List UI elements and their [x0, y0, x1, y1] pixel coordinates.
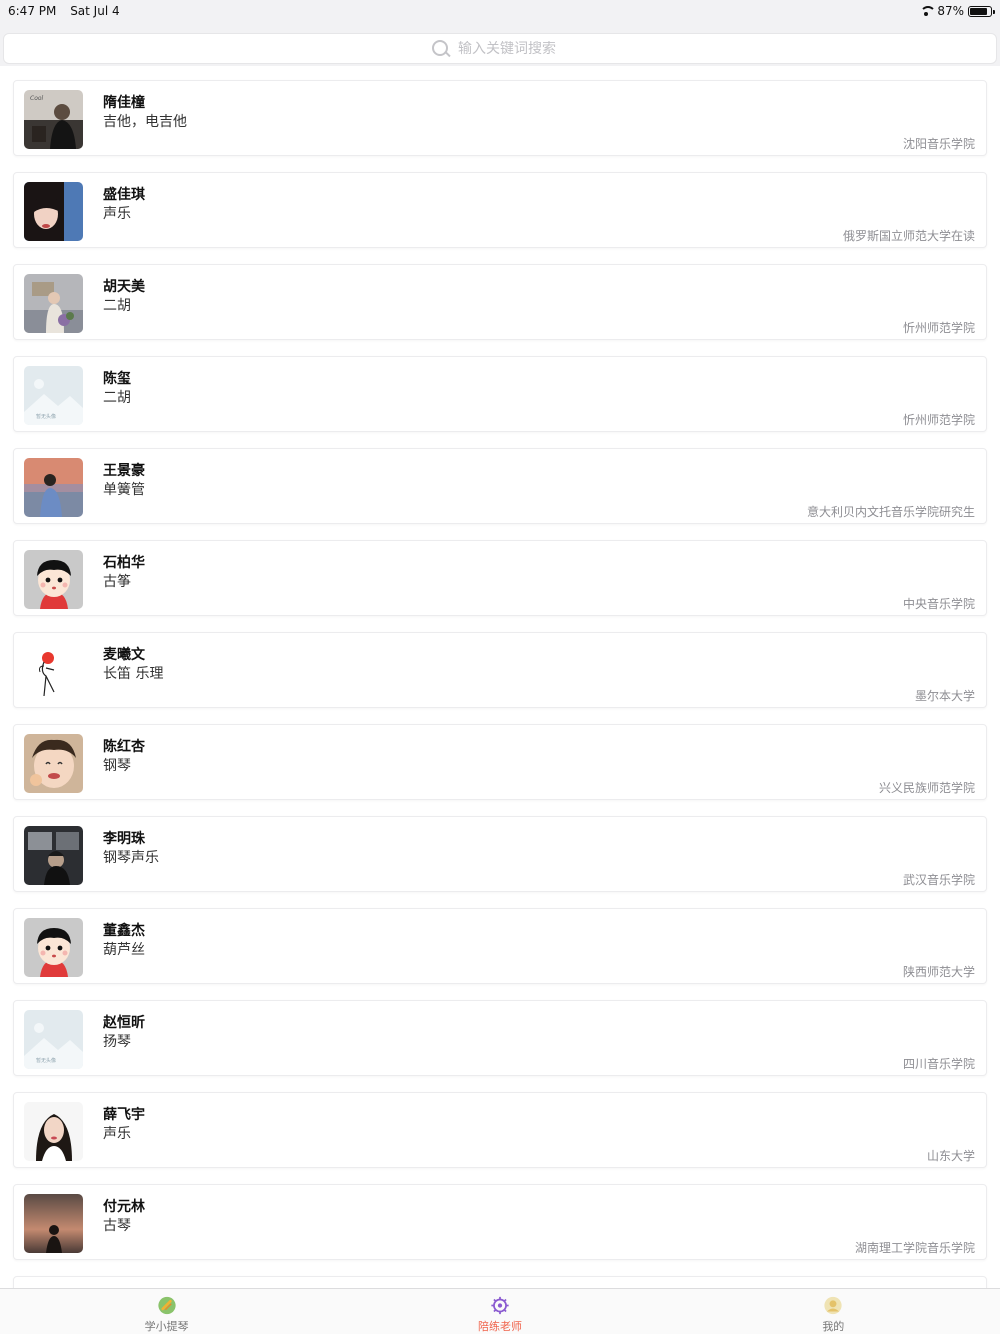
teacher-avatar [24, 1194, 83, 1253]
status-bar: 6:47 PM Sat Jul 4 87% [0, 0, 1000, 22]
teacher-avatar [24, 918, 83, 977]
teacher-subject: 单簧管 [103, 482, 145, 498]
teacher-card[interactable]: 暂无头像 陈玺二胡忻州师范学院 [13, 356, 987, 432]
teacher-avatar [24, 182, 83, 241]
teacher-name: 隋佳橦 [103, 95, 145, 111]
teacher-card[interactable]: 石柏华古筝中央音乐学院 [13, 540, 987, 616]
violin-icon [158, 1296, 176, 1315]
teacher-avatar [24, 458, 83, 517]
teacher-name: 赵恒昕 [103, 1015, 145, 1031]
teacher-school: 四川音乐学院 [902, 1057, 975, 1071]
teacher-avatar: 暂无头像 [24, 366, 83, 425]
teacher-card[interactable]: 付元林古琴湖南理工学院音乐学院 [13, 1184, 987, 1260]
teacher-card[interactable]: 王景豪单簧管意大利贝内文托音乐学院研究生 [13, 448, 987, 524]
status-date: Sat Jul 4 [70, 4, 120, 18]
teacher-avatar [24, 642, 83, 701]
status-time: 6:47 PM [8, 4, 57, 18]
teacher-list[interactable]: Cool 隋佳橦 吉他，电吉他 沈阳音乐学院 盛佳琪 声乐 俄罗斯国立师范大学在读 胡天美 二胡… [0, 66, 1000, 1288]
battery-icon [968, 5, 995, 17]
teacher-name: 石柏华 [103, 555, 145, 571]
teacher-school: 沈阳音乐学院 [902, 137, 975, 151]
teacher-subject: 扬琴 [103, 1034, 131, 1050]
teacher-avatar: Cool [24, 90, 83, 149]
svg-text:暂无头像: 暂无头像 [36, 1057, 56, 1064]
tab-label: 陪练老师 [477, 1320, 522, 1333]
tab-practice-teacher[interactable]: 陪练老师 [333, 1289, 666, 1334]
teacher-school: 兴义民族师范学院 [878, 781, 975, 795]
teacher-school: 武汉音乐学院 [902, 873, 975, 887]
teacher-school: 湖南理工学院音乐学院 [854, 1241, 975, 1255]
search-input[interactable] [458, 40, 568, 57]
teacher-card[interactable]: 李明珠钢琴声乐武汉音乐学院 [13, 816, 987, 892]
teacher-avatar [24, 734, 83, 793]
svg-text:Cool: Cool [30, 95, 44, 102]
teacher-name: 李明珠 [103, 831, 145, 847]
teacher-school: 意大利贝内文托音乐学院研究生 [806, 505, 975, 519]
tab-label: 学小提琴 [144, 1320, 189, 1333]
teacher-card-partial[interactable] [13, 1276, 987, 1288]
teacher-name: 麦曦文 [103, 647, 145, 663]
teacher-school: 墨尔本大学 [914, 689, 975, 703]
teacher-card[interactable]: 董鑫杰葫芦丝陕西师范大学 [13, 908, 987, 984]
teacher-card[interactable]: 胡天美二胡忻州师范学院 [13, 264, 987, 340]
search-bar[interactable] [3, 33, 997, 64]
wifi-icon [919, 6, 937, 16]
teacher-name: 陈玺 [103, 371, 131, 387]
teacher-card[interactable]: 陈红杏钢琴兴义民族师范学院 [13, 724, 987, 800]
tab-learn-violin[interactable]: 学小提琴 [0, 1289, 333, 1334]
teacher-subject: 葫芦丝 [103, 942, 145, 958]
teacher-school: 俄罗斯国立师范大学在读 [842, 229, 975, 243]
teacher-subject: 长笛 乐理 [103, 666, 164, 682]
teacher-subject: 声乐 [103, 1126, 131, 1142]
profile-icon [824, 1296, 842, 1315]
teacher-subject: 钢琴 [103, 758, 131, 774]
teacher-card[interactable]: 盛佳琪声乐俄罗斯国立师范大学在读 [13, 172, 987, 248]
teacher-school: 忻州师范学院 [902, 413, 975, 427]
tab-label: 我的 [822, 1320, 845, 1333]
teacher-school: 中央音乐学院 [902, 597, 975, 611]
teacher-avatar [24, 274, 83, 333]
teacher-name: 董鑫杰 [103, 923, 145, 939]
teacher-name: 陈红杏 [103, 739, 145, 755]
teacher-school: 忻州师范学院 [902, 321, 975, 335]
teacher-name: 付元林 [103, 1199, 145, 1215]
teacher-school: 陕西师范大学 [902, 965, 975, 979]
teacher-name: 胡天美 [103, 279, 145, 295]
battery-percent: 87% [937, 4, 964, 18]
teacher-name: 薛飞宇 [103, 1107, 145, 1123]
teacher-card[interactable]: 麦曦文长笛 乐理墨尔本大学 [13, 632, 987, 708]
teacher-subject: 吉他，电吉他 [103, 114, 187, 130]
search-icon [432, 39, 450, 58]
teacher-subject: 二胡 [103, 390, 131, 406]
svg-text:暂无头像: 暂无头像 [36, 413, 56, 420]
teacher-subject: 二胡 [103, 298, 131, 314]
teacher-subject: 声乐 [103, 206, 131, 222]
teacher-name: 盛佳琪 [103, 187, 145, 203]
teacher-card[interactable]: 薛飞宇声乐山东大学 [13, 1092, 987, 1168]
teacher-card[interactable]: Cool 隋佳橦吉他，电吉他沈阳音乐学院 [13, 80, 987, 156]
teacher-subject: 古筝 [103, 574, 131, 590]
teacher-avatar [24, 550, 83, 609]
teacher-subject: 钢琴声乐 [103, 850, 159, 866]
teacher-avatar: 暂无头像 [24, 1010, 83, 1069]
teacher-icon [491, 1296, 509, 1315]
teacher-school: 山东大学 [926, 1149, 975, 1163]
status-left: 6:47 PM Sat Jul 4 [8, 4, 130, 18]
teacher-card[interactable]: 暂无头像 赵恒昕扬琴四川音乐学院 [13, 1000, 987, 1076]
teacher-avatar [24, 1102, 83, 1161]
teacher-subject: 古琴 [103, 1218, 131, 1234]
teacher-name: 王景豪 [103, 463, 145, 479]
status-right: 87% [919, 4, 995, 18]
teacher-avatar [24, 826, 83, 885]
tab-bar: 学小提琴 陪练老师 我的 [0, 1288, 1000, 1334]
tab-mine[interactable]: 我的 [667, 1289, 1000, 1334]
